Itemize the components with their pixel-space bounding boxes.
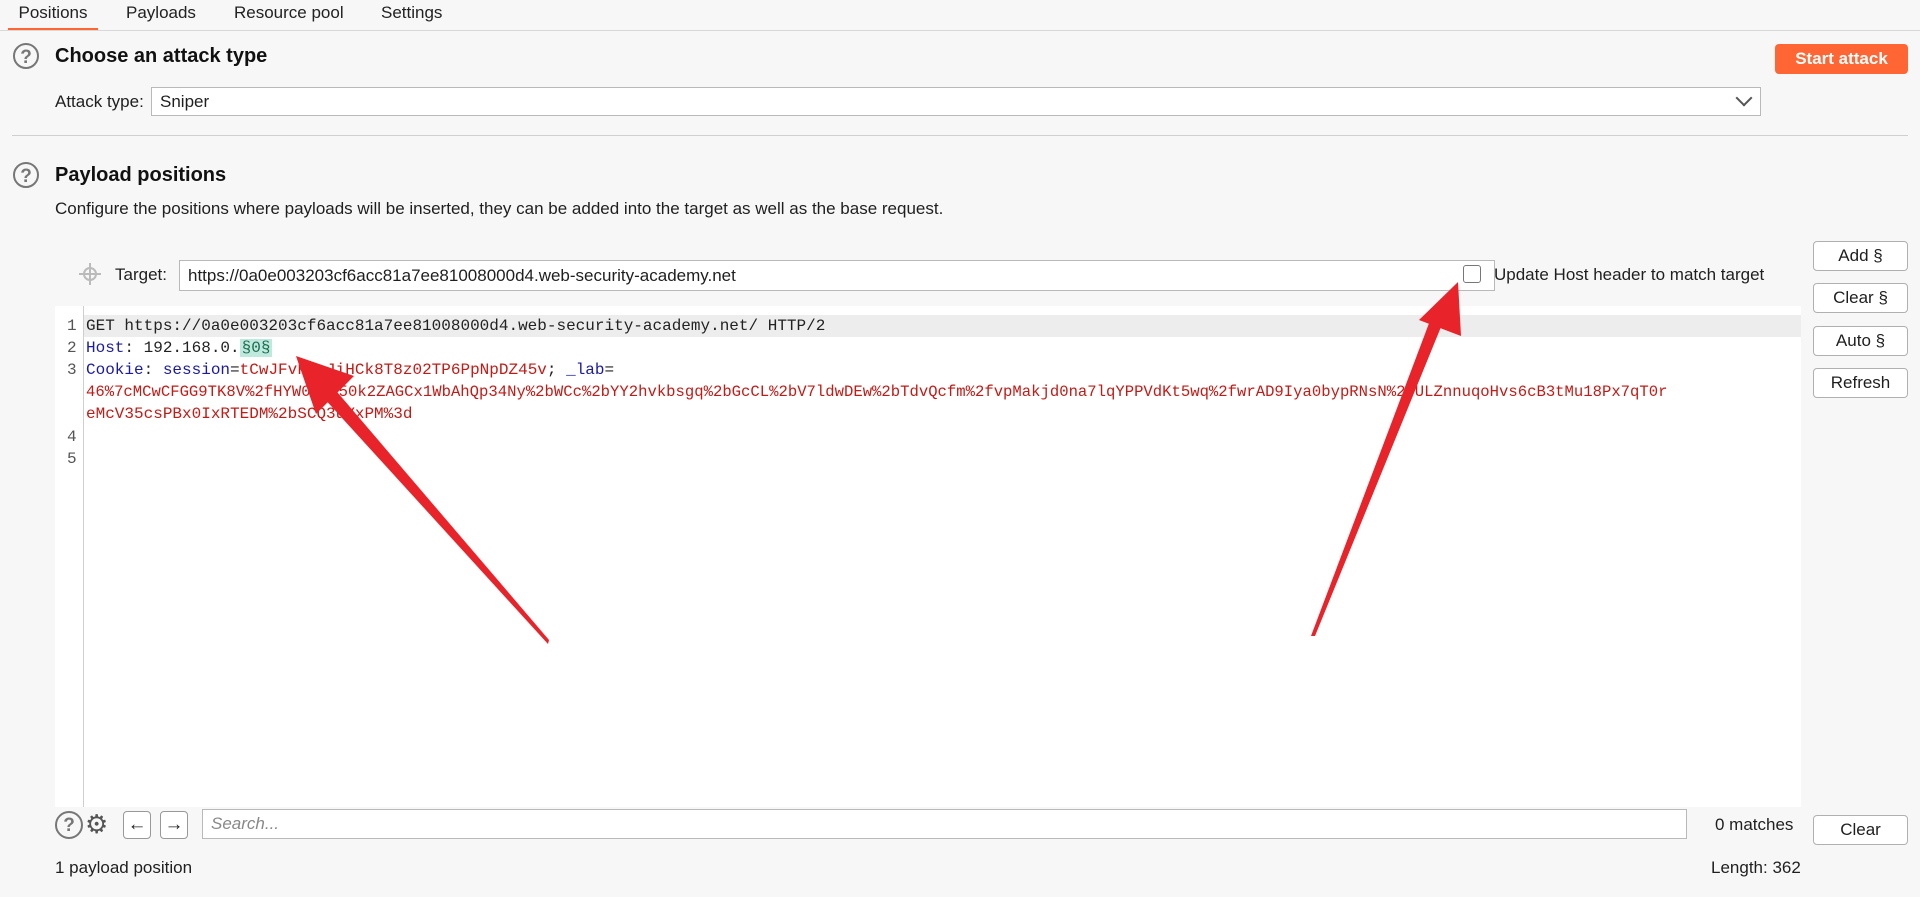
payload-position-count: 1 payload position bbox=[55, 858, 193, 877]
forward-arrow-icon[interactable]: → bbox=[160, 811, 188, 839]
target-label: Target: bbox=[115, 265, 167, 284]
cookie-value: tCwJFvFeoJiHCk8T8z02TP6PpNpDZ45v bbox=[239, 361, 547, 379]
clear-search-button[interactable]: Clear bbox=[1813, 815, 1908, 845]
target-input[interactable]: https://0a0e003203cf6acc81a7ee81008000d4… bbox=[179, 260, 1495, 291]
match-count: 0 matches bbox=[1715, 815, 1794, 834]
help-icon[interactable]: ? bbox=[13, 162, 39, 188]
header-name: Host bbox=[86, 339, 125, 357]
cookie-name: _lab bbox=[566, 361, 605, 379]
request-length: Length: 362 bbox=[1711, 858, 1801, 877]
clear-markers-button[interactable]: Clear § bbox=[1813, 283, 1908, 313]
header-name: Cookie bbox=[86, 361, 144, 379]
cookie-header-line[interactable]: Cookie: session=tCwJFvFeoJiHCk8T8z02TP6P… bbox=[86, 361, 614, 379]
cookie-name: session bbox=[162, 361, 231, 379]
cookie-eq: = bbox=[604, 361, 615, 379]
cookie-value-wrap[interactable]: eMcV35csPBx0IxRTEDM%2bSCQ3uYxPM%3d bbox=[86, 405, 412, 423]
cookie-value-wrap[interactable]: 46%7cMCwCFGG9TK8V%2fHYW0xUf50k2ZAGCx1WbA… bbox=[86, 383, 1667, 401]
line-number: 1 bbox=[67, 317, 77, 335]
tab-bar: Positions Payloads Resource pool Setting… bbox=[0, 0, 1920, 31]
update-host-label: Update Host header to match target bbox=[1494, 265, 1765, 284]
section-divider bbox=[12, 135, 1908, 136]
attack-type-select[interactable]: Sniper bbox=[151, 87, 1761, 116]
refresh-button[interactable]: Refresh bbox=[1813, 368, 1908, 398]
tab-positions[interactable]: Positions bbox=[8, 0, 98, 30]
header-sep: : bbox=[143, 361, 163, 379]
back-arrow-icon[interactable]: ← bbox=[123, 811, 151, 839]
tab-payloads[interactable]: Payloads bbox=[126, 0, 196, 28]
start-attack-button[interactable]: Start attack bbox=[1775, 44, 1908, 74]
attack-type-value: Sniper bbox=[160, 92, 210, 111]
update-host-checkbox[interactable] bbox=[1463, 265, 1481, 283]
help-icon[interactable]: ? bbox=[13, 43, 39, 69]
attack-type-title: Choose an attack type bbox=[55, 45, 268, 67]
header-value: : 192.168.0. bbox=[124, 339, 240, 357]
add-marker-button[interactable]: Add § bbox=[1813, 241, 1908, 271]
gear-icon[interactable]: ⚙ bbox=[85, 809, 108, 840]
request-editor-panel: Target: https://0a0e003203cf6acc81a7ee81… bbox=[55, 241, 1801, 843]
line-number: 2 bbox=[67, 339, 77, 357]
request-line[interactable]: GET https://0a0e003203cf6acc81a7ee810080… bbox=[86, 317, 825, 335]
host-header-line[interactable]: Host: 192.168.0. §0§ bbox=[86, 339, 273, 357]
auto-markers-button[interactable]: Auto § bbox=[1813, 326, 1908, 356]
line-number-gutter: 1 2 3 4 5 bbox=[55, 306, 84, 843]
attack-type-label: Attack type: bbox=[55, 92, 144, 111]
chevron-down-icon bbox=[1735, 89, 1753, 107]
line-number: 4 bbox=[67, 428, 77, 446]
target-bar: Target: https://0a0e003203cf6acc81a7ee81… bbox=[55, 241, 1801, 306]
cookie-eq: = bbox=[230, 361, 240, 379]
cookie-sep: ; bbox=[546, 361, 567, 379]
search-input[interactable]: Search... bbox=[202, 809, 1687, 839]
line-number: 3 bbox=[67, 361, 77, 379]
search-bar: ? ⚙ ← → Search... 0 matches bbox=[55, 807, 1801, 843]
line-number: 5 bbox=[67, 450, 77, 468]
payload-marker[interactable]: §0§ bbox=[239, 339, 273, 357]
tab-settings[interactable]: Settings bbox=[381, 0, 442, 28]
tab-resource-pool[interactable]: Resource pool bbox=[234, 0, 344, 28]
payload-positions-title: Payload positions bbox=[55, 164, 227, 186]
help-icon[interactable]: ? bbox=[55, 811, 83, 839]
crosshair-icon bbox=[79, 263, 101, 285]
payload-positions-description: Configure the positions where payloads w… bbox=[55, 199, 944, 218]
